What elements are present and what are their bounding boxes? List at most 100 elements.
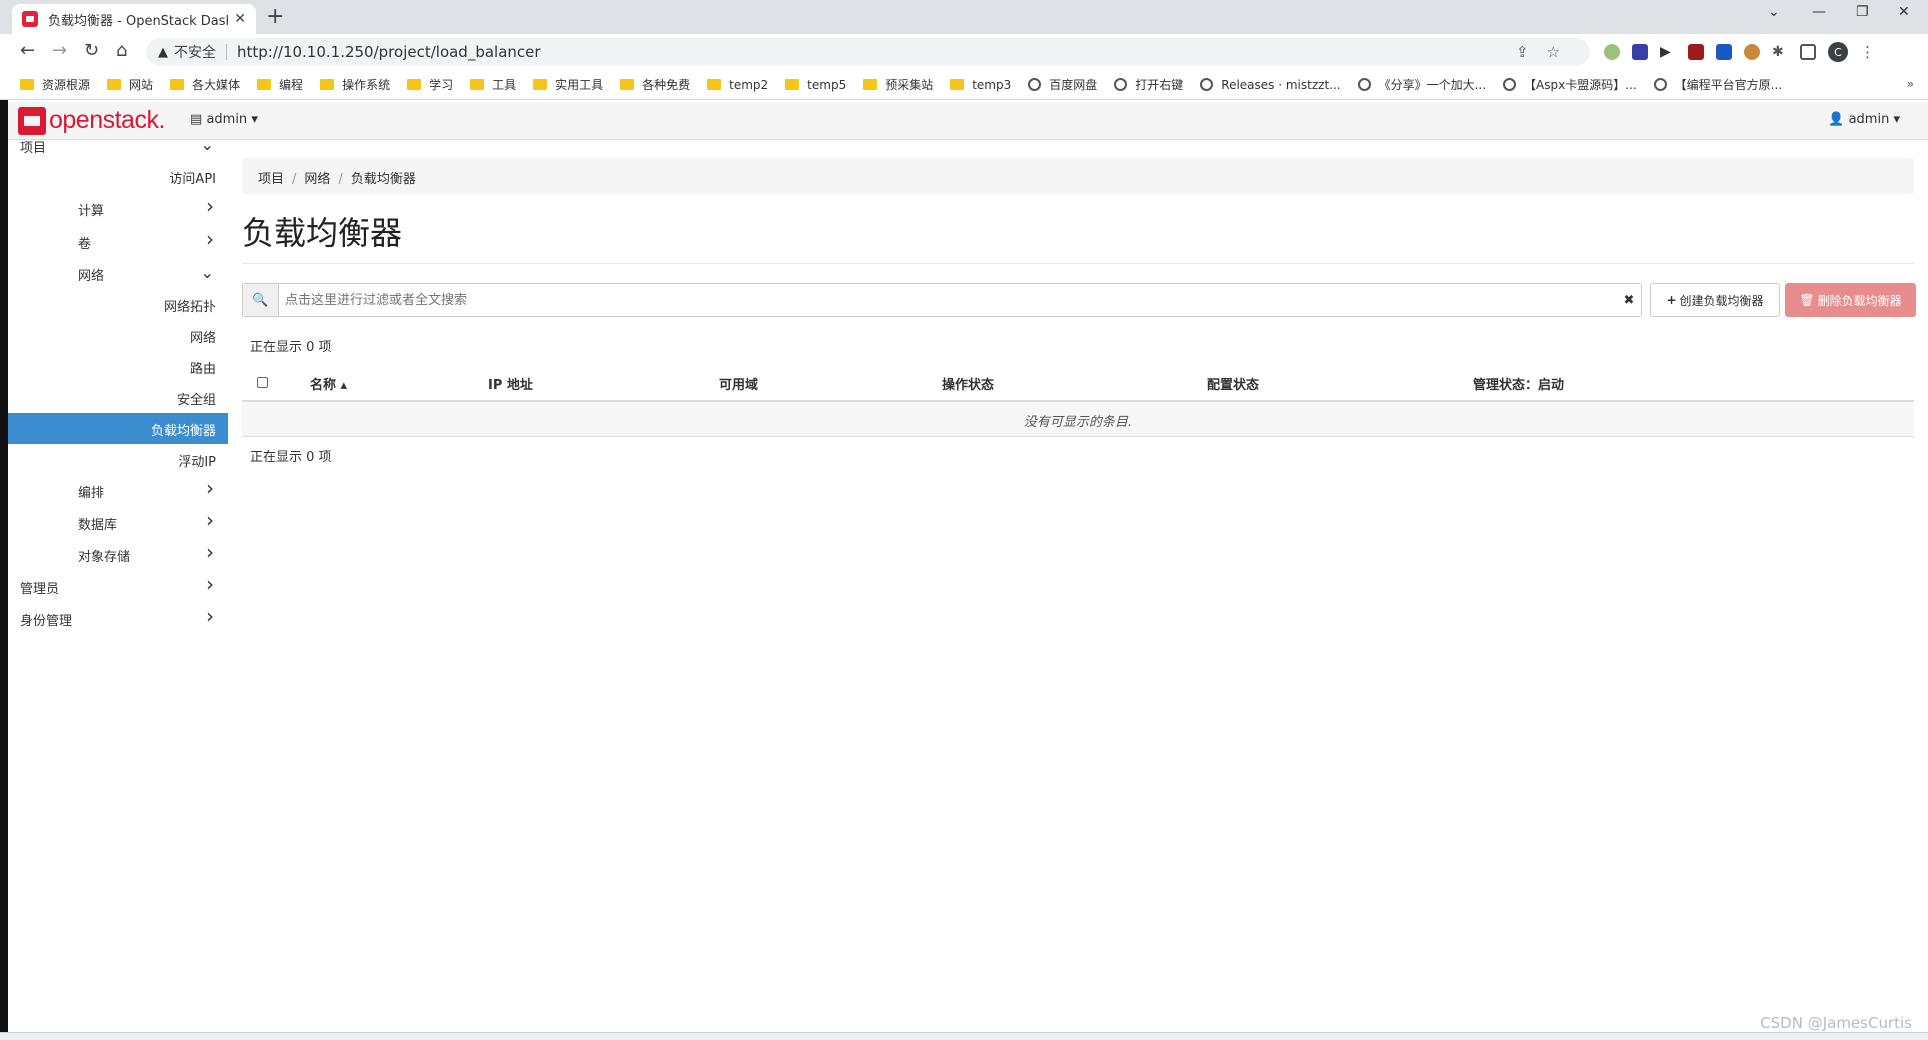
breadcrumb-item-project[interactable]: 项目 — [258, 172, 284, 187]
bookmark-label: 实用工具 — [555, 78, 604, 92]
bookmark-item[interactable]: 实用工具 — [533, 76, 603, 93]
project-selector[interactable]: ▤ admin ▾ — [190, 112, 258, 127]
sidebar-item[interactable]: 网络 — [8, 320, 228, 351]
column-header-provisioning-status[interactable]: 配置状态 — [1207, 374, 1259, 393]
warning-icon[interactable]: ▲ — [158, 45, 168, 60]
column-header-ip[interactable]: IP 地址 — [488, 374, 533, 393]
bookmark-item[interactable]: Releases · mistzzt... — [1200, 78, 1341, 92]
extension-green-icon[interactable] — [1604, 44, 1620, 60]
home-icon[interactable]: ⌂ — [116, 40, 127, 61]
bookmark-item[interactable]: 学习 — [407, 76, 453, 93]
sidebar-item[interactable]: 浮动IP — [8, 444, 228, 475]
sidebar-item[interactable]: 卷 › — [8, 226, 228, 257]
close-window-icon[interactable]: ✕ — [1898, 4, 1910, 20]
sidebar-item-label: 计算 — [78, 204, 105, 219]
bookmark-label: 《分享》一个加大... — [1378, 78, 1487, 92]
bookmark-star-icon[interactable]: ☆ — [1547, 43, 1578, 61]
ublock-icon[interactable] — [1688, 44, 1704, 60]
column-header-availability-zone[interactable]: 可用域 — [719, 374, 758, 393]
bookmarks-overflow-icon[interactable]: » — [1907, 77, 1914, 91]
play-icon[interactable]: ▶ — [1660, 44, 1676, 60]
sidebar-item[interactable]: 对象存储 › — [8, 539, 228, 570]
extension-badge-icon[interactable] — [1632, 44, 1648, 60]
column-header-name[interactable]: 名称 ▴ — [310, 374, 347, 393]
bookmark-item[interactable]: 网站 — [107, 76, 153, 93]
reload-icon[interactable]: ↻ — [84, 40, 99, 61]
address-bar[interactable]: ▲ 不安全 http://10.10.1.250/project/load_ba… — [146, 38, 1590, 66]
chevron-right-icon: › — [206, 476, 214, 500]
bookmark-item[interactable]: 【编程平台官方原... — [1653, 76, 1782, 93]
folder-icon — [707, 79, 722, 90]
breadcrumb-item-network[interactable]: 网络 — [304, 172, 330, 187]
sidebar-item[interactable]: 安全组 — [8, 382, 228, 413]
folder-icon — [257, 79, 272, 90]
bookmark-item[interactable]: 工具 — [470, 76, 516, 93]
clear-filter-icon[interactable]: ✖ — [1617, 293, 1641, 308]
browser-tab-active[interactable]: 负载均衡器 - OpenStack Dashb ✕ — [12, 4, 256, 34]
bookmark-item[interactable]: 百度网盘 — [1028, 76, 1097, 93]
sidebar-item[interactable]: 负载均衡器 — [8, 413, 228, 444]
sidepanel-icon[interactable] — [1800, 44, 1816, 60]
project-selector-icon: ▤ — [190, 112, 203, 127]
profile-avatar[interactable]: C — [1828, 42, 1848, 62]
cookie-icon[interactable] — [1744, 44, 1760, 60]
top-navbar: openstack. ▤ admin ▾ 👤 admin ▾ — [8, 102, 1928, 140]
bitwarden-icon[interactable] — [1716, 44, 1732, 60]
sidebar-item[interactable]: 数据库 › — [8, 507, 228, 538]
user-menu[interactable]: 👤 admin ▾ — [1828, 112, 1900, 127]
delete-load-balancer-button[interactable]: 🗑 删除负载均衡器 — [1785, 283, 1916, 317]
sidebar-item[interactable]: 网络 ⌄ — [8, 258, 228, 289]
new-tab-icon[interactable]: + — [266, 4, 284, 29]
bookmark-item[interactable]: 【Aspx卡盟源码】... — [1503, 76, 1637, 93]
sidebar-item[interactable]: 路由 — [8, 351, 228, 382]
restore-icon[interactable]: ❐ — [1856, 4, 1869, 20]
sidebar-item[interactable]: 项目 ⌄ — [8, 130, 228, 161]
column-header-operating-status[interactable]: 操作状态 — [942, 374, 994, 393]
folder-icon — [170, 79, 185, 90]
sidebar-item[interactable]: 访问API — [8, 161, 228, 192]
sidebar-item[interactable]: 计算 › — [8, 193, 228, 224]
extensions-puzzle-icon[interactable]: ✱ — [1772, 44, 1788, 60]
bookmark-label: 预采集站 — [885, 78, 934, 92]
back-icon[interactable]: ← — [20, 40, 35, 61]
search-icon[interactable]: 🔍 — [243, 284, 279, 316]
chevron-down-icon: ⌄ — [200, 263, 214, 282]
filter-group: 🔍 ✖ — [242, 283, 1642, 317]
select-all-checkbox[interactable] — [257, 377, 268, 388]
tab-search-icon[interactable]: ⌄ — [1768, 4, 1780, 20]
chevron-right-icon: › — [206, 540, 214, 564]
filter-input[interactable] — [279, 285, 1617, 315]
browser-menu-icon[interactable]: ⋮ — [1860, 43, 1875, 61]
sidebar-item[interactable]: 网络拓扑 — [8, 289, 228, 320]
bookmark-item[interactable]: 打开右键 — [1114, 76, 1183, 93]
bookmark-item[interactable]: 编程 — [257, 76, 303, 93]
forward-icon[interactable]: → — [52, 40, 67, 61]
folder-icon — [320, 79, 335, 90]
share-icon[interactable]: ⇪ — [1516, 43, 1547, 61]
bookmark-item[interactable]: 各种免费 — [620, 76, 690, 93]
bookmark-item[interactable]: temp2 — [707, 78, 768, 92]
bookmark-item[interactable]: 预采集站 — [863, 76, 933, 93]
sidebar-item-label: 访问API — [169, 172, 216, 187]
insecure-label[interactable]: 不安全 — [174, 42, 216, 62]
delete-button-label: 删除负载均衡器 — [1817, 293, 1902, 308]
sidebar-item[interactable]: 身份管理 › — [8, 603, 228, 634]
bookmark-item[interactable]: temp3 — [950, 78, 1011, 92]
minimize-icon[interactable]: — — [1812, 4, 1826, 20]
column-header-admin-state[interactable]: 管理状态：启动 — [1473, 374, 1564, 393]
create-load-balancer-button[interactable]: + 创建负载均衡器 — [1650, 283, 1780, 317]
caret-down-icon: ▾ — [1893, 112, 1900, 127]
sidebar-item[interactable]: 管理员 › — [8, 571, 228, 602]
sidebar-item[interactable]: 编排 › — [8, 475, 228, 506]
watermark: CSDN @JamesCurtis — [1760, 1014, 1912, 1032]
bookmark-item[interactable]: 操作系统 — [320, 76, 390, 93]
url-text[interactable]: http://10.10.1.250/project/load_balancer — [237, 43, 541, 61]
close-tab-icon[interactable]: ✕ — [234, 11, 246, 27]
bookmark-item[interactable]: 各大媒体 — [170, 76, 240, 93]
bookmark-item[interactable]: 资源根源 — [20, 76, 90, 93]
folder-icon — [107, 79, 122, 90]
bookmark-item[interactable]: temp5 — [785, 78, 846, 92]
sidebar-item-label: 卷 — [78, 237, 92, 252]
bookmark-item[interactable]: 《分享》一个加大... — [1357, 76, 1487, 93]
sidebar-item-label: 路由 — [189, 362, 216, 377]
